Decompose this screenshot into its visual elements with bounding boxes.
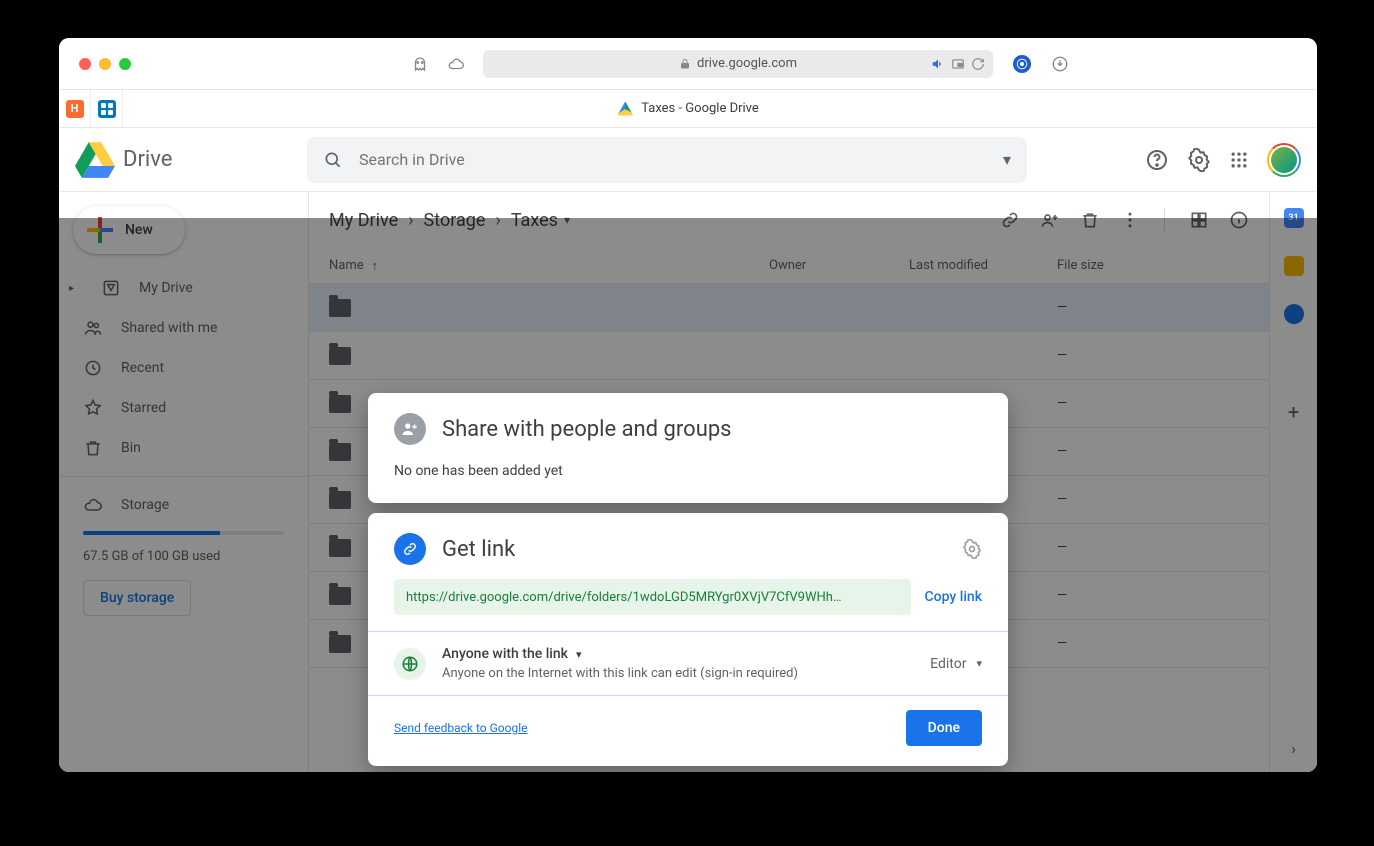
access-description: Anyone on the Internet with this link ca… bbox=[442, 666, 914, 681]
people-icon bbox=[394, 413, 426, 445]
settings-icon[interactable] bbox=[1187, 148, 1211, 172]
feedback-link[interactable]: Send feedback to Google bbox=[394, 721, 528, 735]
get-link-modal: Get link https://drive.google.com/drive/… bbox=[368, 513, 1008, 766]
ghost-extension-icon[interactable] bbox=[411, 55, 429, 73]
share-modal-title: Share with people and groups bbox=[442, 417, 732, 442]
chevron-down-icon: ▾ bbox=[976, 657, 982, 670]
search-input[interactable] bbox=[359, 150, 1011, 169]
chevron-down-icon: ▾ bbox=[576, 648, 582, 661]
downloads-icon[interactable] bbox=[1051, 55, 1069, 73]
link-url-field[interactable]: https://drive.google.com/drive/folders/1… bbox=[394, 579, 911, 615]
sound-icon[interactable] bbox=[931, 57, 945, 71]
tab-title-text: Taxes - Google Drive bbox=[641, 101, 759, 116]
get-link-title: Get link bbox=[442, 537, 515, 562]
reload-icon[interactable] bbox=[971, 57, 985, 71]
address-bar[interactable]: drive.google.com bbox=[483, 50, 993, 78]
help-icon[interactable] bbox=[1145, 148, 1169, 172]
search-options-icon[interactable]: ▾ bbox=[1003, 150, 1011, 169]
close-window-button[interactable] bbox=[79, 58, 91, 70]
globe-icon bbox=[394, 648, 426, 680]
role-dropdown[interactable]: Editor ▾ bbox=[930, 656, 982, 672]
search-bar[interactable]: ▾ bbox=[307, 137, 1027, 183]
url-text: drive.google.com bbox=[697, 56, 797, 71]
browser-window: drive.google.com ⦿ H bbox=[59, 38, 1317, 772]
share-modal: Share with people and groups No one has … bbox=[368, 393, 1008, 503]
active-tab[interactable]: Taxes - Google Drive bbox=[617, 101, 759, 116]
drive-header: Drive ▾ bbox=[59, 128, 1317, 192]
browser-toolbar: drive.google.com ⦿ bbox=[59, 38, 1317, 90]
pinned-tab-2[interactable] bbox=[91, 90, 123, 127]
onepassword-icon[interactable]: ⦿ bbox=[1013, 55, 1031, 73]
drive-app: Drive ▾ New ▸ My Drive bbox=[59, 128, 1317, 772]
minimize-window-button[interactable] bbox=[99, 58, 111, 70]
cloud-extension-icon[interactable] bbox=[447, 55, 465, 73]
link-settings-icon[interactable] bbox=[962, 539, 982, 559]
maximize-window-button[interactable] bbox=[119, 58, 131, 70]
copy-link-button[interactable]: Copy link bbox=[925, 589, 982, 605]
pinned-tab-1[interactable]: H bbox=[59, 90, 91, 127]
search-icon bbox=[323, 150, 343, 170]
tab-strip: H Taxes - Google Drive bbox=[59, 90, 1317, 128]
share-modal-subtitle: No one has been added yet bbox=[394, 463, 982, 479]
account-avatar[interactable] bbox=[1267, 143, 1301, 177]
access-scope-dropdown[interactable]: Anyone with the link ▾ bbox=[442, 646, 914, 662]
product-name: Drive bbox=[123, 147, 172, 172]
window-controls bbox=[79, 58, 131, 70]
apps-icon[interactable] bbox=[1229, 150, 1249, 170]
pip-icon[interactable] bbox=[951, 57, 965, 71]
done-button[interactable]: Done bbox=[906, 710, 982, 746]
drive-logo-icon bbox=[75, 142, 115, 178]
drive-favicon-icon bbox=[617, 102, 633, 116]
link-icon bbox=[394, 533, 426, 565]
